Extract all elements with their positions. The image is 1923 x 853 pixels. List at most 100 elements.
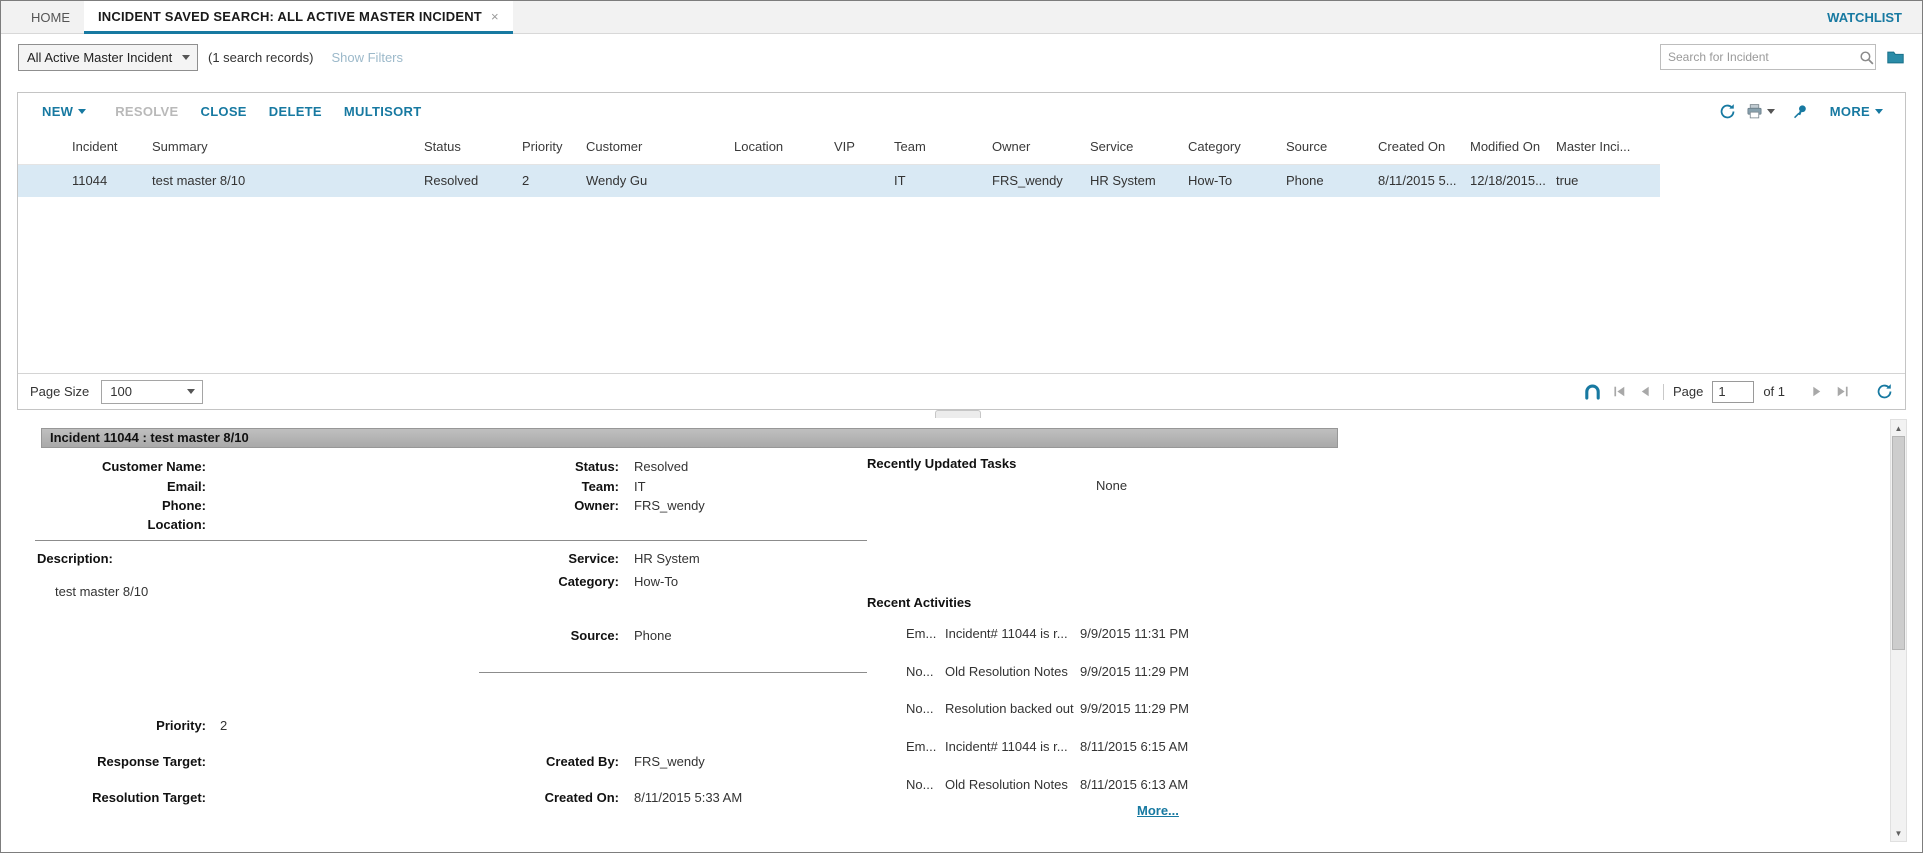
- activity-time: 8/11/2015 6:15 AM: [1080, 739, 1188, 754]
- service-label: Service:: [401, 551, 619, 566]
- chevron-down-icon: [78, 109, 86, 114]
- filter-bar: All Active Master Incident (1 search rec…: [1, 34, 1922, 80]
- cell-modified-on[interactable]: 12/18/2015...: [1464, 164, 1550, 197]
- cell-created-on[interactable]: 8/11/2015 5...: [1372, 164, 1464, 197]
- cell-location[interactable]: [728, 164, 828, 197]
- watch-results-button[interactable]: [1583, 382, 1602, 401]
- saved-search-dropdown[interactable]: All Active Master Incident: [18, 44, 198, 71]
- activity-text: Incident# 11044 is r...: [945, 739, 1068, 754]
- next-page-button[interactable]: [1808, 383, 1825, 400]
- pane-splitter[interactable]: [1, 410, 1922, 419]
- column-header-service[interactable]: Service: [1084, 129, 1182, 164]
- cell-master-incident[interactable]: true: [1550, 164, 1660, 197]
- scrollbar-thumb[interactable]: [1892, 436, 1905, 650]
- print-button[interactable]: [1746, 103, 1782, 120]
- tab-close-icon[interactable]: ×: [491, 9, 499, 24]
- more-activities-link[interactable]: More...: [1137, 803, 1179, 818]
- pin-button[interactable]: [1792, 103, 1809, 120]
- scrollbar-track[interactable]: [1891, 436, 1906, 825]
- column-header-summary[interactable]: Summary: [146, 129, 418, 164]
- cell-source[interactable]: Phone: [1280, 164, 1372, 197]
- tab-home[interactable]: HOME: [17, 1, 84, 33]
- first-page-button[interactable]: [1611, 383, 1628, 400]
- resolve-button-label: RESOLVE: [115, 104, 178, 119]
- tab-incident-saved-search-label: INCIDENT SAVED SEARCH: ALL ACTIVE MASTER…: [98, 9, 482, 24]
- column-header-created-on[interactable]: Created On: [1372, 129, 1464, 164]
- close-button[interactable]: CLOSE: [190, 104, 258, 119]
- incident-search-input[interactable]: [1661, 50, 1858, 64]
- cell-service[interactable]: HR System: [1084, 164, 1182, 197]
- grid-row-11044[interactable]: 11044 test master 8/10 Resolved 2 Wendy …: [18, 164, 1660, 197]
- activity-text: Old Resolution Notes: [945, 664, 1068, 679]
- column-header-customer[interactable]: Customer: [580, 129, 728, 164]
- folder-icon[interactable]: [1886, 48, 1905, 67]
- refresh-button[interactable]: [1719, 103, 1736, 120]
- detail-divider-middle: [479, 672, 867, 673]
- column-header-owner[interactable]: Owner: [986, 129, 1084, 164]
- detail-scrollbar[interactable]: ▲ ▼: [1890, 419, 1907, 842]
- arch-icon: [1583, 382, 1602, 401]
- email-label: Email:: [1, 479, 206, 494]
- resolution-target-label: Resolution Target:: [1, 790, 206, 805]
- customer-name-label: Customer Name:: [1, 459, 206, 474]
- column-header-modified-on[interactable]: Modified On: [1464, 129, 1550, 164]
- column-header-incident[interactable]: Incident: [66, 129, 146, 164]
- toolbar-right-icons: MORE: [1719, 103, 1892, 120]
- response-target-label: Response Target:: [1, 754, 206, 769]
- delete-button-label: DELETE: [269, 104, 322, 119]
- column-header-category[interactable]: Category: [1182, 129, 1280, 164]
- team-value: IT: [634, 479, 646, 494]
- column-header-location[interactable]: Location: [728, 129, 828, 164]
- cell-team[interactable]: IT: [888, 164, 986, 197]
- scroll-down-icon[interactable]: ▼: [1891, 825, 1906, 841]
- delete-button[interactable]: DELETE: [258, 104, 333, 119]
- column-header-status[interactable]: Status: [418, 129, 516, 164]
- show-filters-link[interactable]: Show Filters: [331, 50, 403, 65]
- tab-bar: HOME INCIDENT SAVED SEARCH: ALL ACTIVE M…: [1, 1, 1922, 34]
- cell-summary[interactable]: test master 8/10: [146, 164, 418, 197]
- page-number-input[interactable]: [1712, 381, 1754, 403]
- search-icon[interactable]: [1858, 49, 1875, 66]
- multisort-button-label: MULTISORT: [344, 104, 422, 119]
- row-selector-cell[interactable]: [18, 164, 66, 197]
- results-panel: NEW RESOLVE CLOSE DELETE MULTISORT: [17, 92, 1906, 410]
- cell-status[interactable]: Resolved: [418, 164, 516, 197]
- more-button[interactable]: MORE: [1819, 104, 1892, 119]
- results-grid: Incident Summary Status Priority Custome…: [18, 129, 1660, 197]
- column-header-priority[interactable]: Priority: [516, 129, 580, 164]
- column-header-vip[interactable]: VIP: [828, 129, 888, 164]
- status-value: Resolved: [634, 459, 688, 474]
- activity-text: Incident# 11044 is r...: [945, 626, 1068, 641]
- activity-text: Resolution backed out: [945, 701, 1074, 716]
- new-button[interactable]: NEW: [31, 104, 104, 119]
- resolve-button[interactable]: RESOLVE: [104, 104, 189, 119]
- pager-refresh-button[interactable]: [1876, 383, 1893, 400]
- record-count-text: (1 search records): [208, 50, 313, 65]
- column-header-team[interactable]: Team: [888, 129, 986, 164]
- splitter-grip[interactable]: [935, 410, 981, 418]
- cell-customer[interactable]: Wendy Gu: [580, 164, 728, 197]
- multisort-button[interactable]: MULTISORT: [333, 104, 433, 119]
- watchlist-link[interactable]: WATCHLIST: [1827, 1, 1902, 33]
- pager-bar: Page Size 100: [18, 373, 1905, 409]
- page-size-dropdown[interactable]: 100: [101, 380, 203, 404]
- previous-page-button[interactable]: [1637, 383, 1654, 400]
- scroll-up-icon[interactable]: ▲: [1891, 420, 1906, 436]
- activity-text: Old Resolution Notes: [945, 777, 1068, 792]
- tab-home-label: HOME: [31, 10, 70, 25]
- source-label: Source:: [401, 628, 619, 643]
- column-header-source[interactable]: Source: [1280, 129, 1372, 164]
- cell-owner[interactable]: FRS_wendy: [986, 164, 1084, 197]
- cell-category[interactable]: How-To: [1182, 164, 1280, 197]
- cell-vip[interactable]: [828, 164, 888, 197]
- grid-toolbar: NEW RESOLVE CLOSE DELETE MULTISORT: [18, 93, 1905, 129]
- service-value: HR System: [634, 551, 700, 566]
- activity-type: No...: [906, 701, 933, 716]
- incident-detail-pane: Incident 11044 : test master 8/10 Custom…: [1, 419, 1922, 852]
- pager-controls: Page of 1: [1583, 381, 1893, 403]
- cell-priority[interactable]: 2: [516, 164, 580, 197]
- tab-incident-saved-search[interactable]: INCIDENT SAVED SEARCH: ALL ACTIVE MASTER…: [84, 1, 513, 34]
- last-page-button[interactable]: [1834, 383, 1851, 400]
- cell-incident[interactable]: 11044: [66, 164, 146, 197]
- column-header-master-incident[interactable]: Master Inci...: [1550, 129, 1660, 164]
